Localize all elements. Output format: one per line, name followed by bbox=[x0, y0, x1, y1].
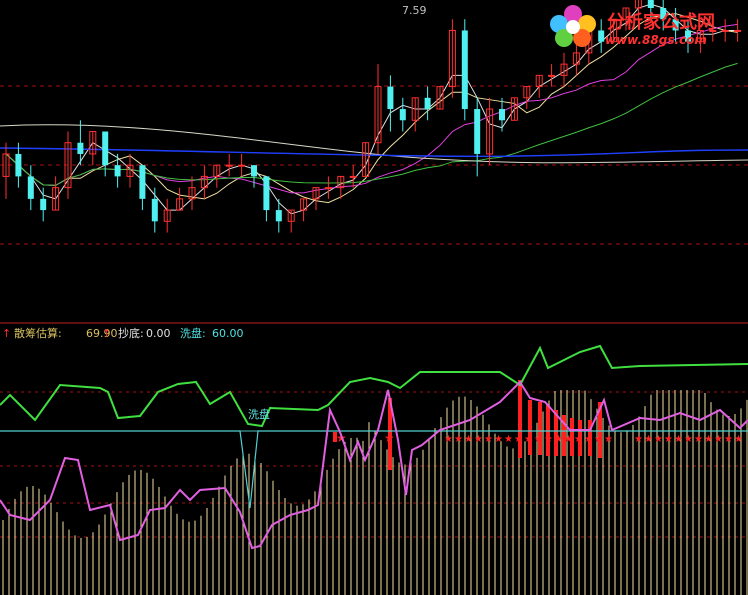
candle-body bbox=[349, 175, 357, 178]
stock-chart: ★ ★ ★ ★ ★ ★ ★ ★ ★ ★ ★ ★ ★ ★ ★ ★ ★ ★ ★ ★ ★ ★ ★ ★ ★ ★ ★ ★★ ★ 7.59 ↑ 散筹… bbox=[0, 0, 748, 595]
chart-stage: ★ ★ ★ ★ ★ ★ ★ ★ ★ ★ ★ ★ ★ ★ ★ ★ ★ ★ ★ ★ ★ ★ ★ ★ ★ ★ ★ ★ ★ ★ 7.59 ↑ 散筹… bbox=[0, 0, 748, 595]
star-marker: ★ bbox=[524, 434, 533, 445]
green-line bbox=[0, 344, 748, 428]
candle-body bbox=[324, 187, 332, 190]
star-marker: ★ bbox=[534, 434, 543, 445]
candle-body bbox=[548, 74, 556, 77]
star-marker: ★ bbox=[644, 434, 653, 445]
watermark-title: 分析家公式网 bbox=[607, 12, 715, 33]
star-marker: ★ bbox=[464, 434, 473, 445]
star-marker: ★ bbox=[564, 434, 573, 445]
legend-chaodi-label: 抄底: bbox=[118, 326, 144, 340]
legend-chaodi-value: 0.00 bbox=[146, 327, 171, 340]
star-marker: ★ bbox=[494, 434, 503, 445]
star-marker: ★ bbox=[684, 434, 693, 445]
candle-body bbox=[474, 109, 481, 154]
star-marker: ★ bbox=[664, 434, 673, 445]
candle-body bbox=[27, 176, 34, 199]
star-marker: ★ bbox=[634, 434, 643, 445]
candle-body bbox=[387, 86, 394, 110]
xipan-annotation: 洗盘 bbox=[248, 407, 270, 421]
arrow-up-icon: ↑ bbox=[102, 327, 111, 340]
candle-body bbox=[424, 97, 431, 110]
legend-xipan-label: 洗盘: bbox=[180, 326, 206, 340]
star-marker: ★ bbox=[654, 434, 663, 445]
candle-body bbox=[499, 109, 505, 121]
star-marker: ★ bbox=[444, 434, 453, 445]
indicator-bars: ★ ★ ★ ★ ★ ★ ★ ★ ★ ★ ★ ★ ★ ★ ★ ★ ★ ★ ★ ★ ★ ★ ★ ★ ★ ★ ★ ★★ ★ bbox=[2, 380, 748, 595]
labels: 7.59 ↑ 散筹估算: 69.90 ↑ 抄底: 0.00 洗盘: 60.00 … bbox=[2, 4, 427, 421]
star-marker: ★ bbox=[604, 434, 613, 445]
watermark-url: www.88gs.com bbox=[605, 33, 707, 47]
candle-body bbox=[139, 165, 146, 199]
star-marker: ★ bbox=[554, 434, 563, 445]
candle-body bbox=[225, 164, 233, 167]
star-marker: ★ bbox=[714, 434, 723, 445]
candle-body bbox=[399, 109, 406, 121]
star-marker: ★ bbox=[594, 434, 603, 445]
scatter-estimate-line bbox=[0, 380, 748, 550]
star-marker: ★ bbox=[574, 434, 583, 445]
arrow-up-icon: ↑ bbox=[2, 327, 11, 340]
site-watermark: 分析家公式网 www.88gs.com bbox=[543, 2, 746, 50]
star-marker: ★ bbox=[504, 434, 513, 445]
star-marker: ★ bbox=[674, 434, 683, 445]
star-marker: ★ bbox=[584, 434, 593, 445]
star-marker: ★ bbox=[484, 434, 493, 445]
candle-body bbox=[238, 164, 246, 167]
legend-xipan-value: 60.00 bbox=[212, 327, 244, 340]
candle-body bbox=[461, 30, 468, 110]
candle-body bbox=[275, 210, 282, 222]
star-marker: ★ bbox=[384, 431, 395, 445]
legend-chip-label: 散筹估算: bbox=[14, 326, 62, 340]
candle-body bbox=[263, 176, 270, 211]
candle-body bbox=[102, 131, 109, 166]
flower-logo-icon bbox=[550, 5, 596, 47]
star-marker: ★ bbox=[724, 434, 733, 445]
star-marker: ★ bbox=[514, 434, 523, 445]
candle-body bbox=[15, 153, 22, 177]
star-marker: ★ bbox=[454, 434, 463, 445]
candle-body bbox=[40, 198, 47, 211]
indicator-lines bbox=[0, 344, 748, 550]
star-marker: ★ bbox=[704, 434, 713, 445]
high-price-label: 7.59 bbox=[402, 4, 427, 17]
star-marker: ★ bbox=[694, 434, 703, 445]
candle-body bbox=[251, 165, 257, 177]
candle-body bbox=[151, 198, 158, 222]
star-marker: ★ bbox=[474, 434, 483, 445]
star-marker: ★ bbox=[544, 434, 553, 445]
star-marker: ★ bbox=[734, 434, 743, 445]
ma-blue-line bbox=[0, 147, 748, 158]
candle-body bbox=[77, 142, 84, 154]
candle-body bbox=[114, 165, 121, 177]
